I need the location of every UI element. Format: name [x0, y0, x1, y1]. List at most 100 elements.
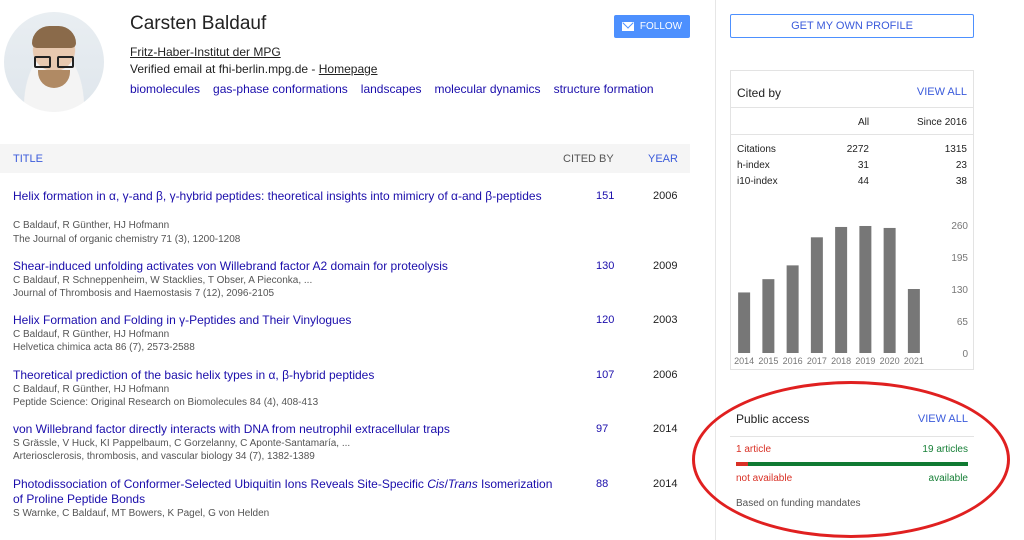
cited-by-count[interactable]: 130 [596, 260, 614, 272]
article-title-link[interactable]: Helix Formation and Folding in γ-Peptide… [13, 313, 553, 328]
y-tick-label: 65 [957, 317, 969, 328]
public-access-panel: Public access VIEW ALL 1 article 19 arti… [730, 402, 974, 522]
chart-bar[interactable] [907, 289, 920, 353]
cited-by-count[interactable]: 120 [596, 314, 614, 326]
follow-label: FOLLOW [639, 21, 683, 32]
article-authors: C Baldauf, R Günther, HJ Hofmann [13, 329, 170, 340]
photo-glasses [34, 56, 74, 68]
interest-link[interactable]: biomolecules [130, 82, 200, 96]
research-interests: biomolecules gas-phase conformations lan… [130, 82, 654, 96]
cited-by-view-all[interactable]: VIEW ALL [917, 86, 967, 98]
available-count[interactable]: 19 articles [922, 444, 968, 455]
chart-svg: 260 195 130 65 0 2014 2015 2016 2017 2018 2019 2020… [734, 221, 969, 366]
article-title-link[interactable]: Helix formation in α, γ-and β, γ-hybrid … [13, 189, 553, 204]
chart-bar[interactable] [762, 279, 775, 353]
verified-email: Verified email at fhi-berlin.mpg.de - Ho… [130, 62, 377, 76]
x-tick-label: 2016 [783, 356, 803, 366]
article-venue: Arteriosclerosis, thrombosis, and vascul… [13, 451, 315, 462]
metric-label: Citations [737, 144, 776, 155]
y-tick-label: 130 [951, 285, 968, 296]
article-title-link[interactable]: Photodissociation of Conformer-Selected … [13, 477, 553, 507]
article-venue: The Journal of organic chemistry 71 (3),… [13, 234, 241, 245]
x-tick-label: 2020 [880, 356, 900, 366]
metric-all: 44 [857, 176, 869, 187]
x-tick-label: 2021 [904, 356, 924, 366]
x-tick-label: 2015 [758, 356, 778, 366]
article-venue: Journal of Thrombosis and Haemostasis 7 … [13, 288, 275, 299]
chart-bar[interactable] [883, 227, 896, 353]
y-tick-label: 195 [951, 253, 968, 264]
article-venue: Helvetica chimica acta 86 (7), 2573-2588 [13, 342, 195, 353]
metric-row: h-index 31 23 [737, 160, 967, 174]
article-year: 2014 [653, 423, 678, 435]
metric-since: 38 [955, 176, 967, 187]
cited-by-count[interactable]: 107 [596, 369, 614, 381]
article-title-link[interactable]: von Willebrand factor directly interacts… [13, 422, 553, 437]
article-authors: C Baldauf, R Günther, HJ Hofmann [13, 384, 170, 395]
metric-since: 1315 [944, 144, 967, 155]
col-since-header: Since 2016 [916, 117, 967, 128]
sort-year[interactable]: YEAR [648, 153, 678, 165]
article-authors: C Baldauf, R Günther, HJ Hofmann [13, 220, 170, 231]
article-authors: S Warnke, C Baldauf, MT Bowers, K Pagel,… [13, 508, 270, 519]
table-header: TITLE CITED BY YEAR [0, 144, 690, 173]
col-all-header: All [858, 117, 870, 128]
chart-bar[interactable] [859, 225, 872, 353]
cited-by-count[interactable]: 88 [596, 478, 608, 490]
public-access-view-all[interactable]: VIEW ALL [918, 413, 968, 425]
x-tick-label: 2017 [807, 356, 827, 366]
affiliation-link[interactable]: Fritz-Haber-Institut der MPG [130, 45, 281, 59]
y-tick-label: 260 [951, 221, 968, 232]
metric-all: 31 [857, 160, 869, 171]
interest-link[interactable]: structure formation [554, 82, 654, 96]
cited-by-title: Cited by [737, 86, 782, 100]
homepage-link[interactable]: Homepage [319, 62, 378, 76]
chart-bar[interactable] [810, 237, 823, 353]
public-access-title: Public access [736, 412, 810, 426]
cited-by-count[interactable]: 151 [596, 190, 614, 202]
cited-by-count[interactable]: 97 [596, 423, 608, 435]
chart-bar[interactable] [786, 265, 799, 353]
metric-label: i10-index [737, 176, 778, 187]
profile-name: Carsten Baldauf [130, 13, 267, 34]
divider [731, 107, 973, 108]
article-year: 2006 [653, 369, 678, 381]
x-tick-label: 2019 [855, 356, 875, 366]
divider [731, 134, 973, 135]
interest-link[interactable]: molecular dynamics [435, 82, 541, 96]
photo-hair [32, 26, 76, 48]
article-year: 2003 [653, 314, 678, 326]
article-title-link[interactable]: Theoretical prediction of the basic heli… [13, 368, 553, 383]
x-tick-label: 2014 [734, 356, 754, 366]
x-tick-label: 2018 [831, 356, 851, 366]
follow-button[interactable]: FOLLOW [614, 15, 690, 38]
metric-label: h-index [737, 160, 770, 171]
mail-icon [621, 22, 634, 31]
article-title-link[interactable]: Shear-induced unfolding activates von Wi… [13, 259, 553, 274]
metric-since: 23 [955, 160, 967, 171]
mandate-note: Based on funding mandates [736, 498, 861, 509]
column-divider [715, 0, 716, 540]
chart-bar[interactable] [835, 226, 848, 353]
interest-link[interactable]: gas-phase conformations [213, 82, 348, 96]
article-authors: S Grässle, V Huck, KI Pappelbaum, C Gorz… [13, 438, 351, 449]
article-authors: C Baldauf, R Schneppenheim, W Stacklies,… [13, 275, 313, 286]
profile-photo [4, 12, 104, 112]
get-own-profile-button[interactable]: GET MY OWN PROFILE [730, 14, 974, 38]
article-venue: Peptide Science: Original Research on Bi… [13, 397, 319, 408]
not-available-fill [736, 462, 748, 466]
not-available-count[interactable]: 1 article [736, 444, 771, 455]
y-tick-label: 0 [962, 349, 968, 360]
chart-bar[interactable] [738, 292, 751, 353]
metric-row: Citations 2272 1315 [737, 144, 967, 158]
not-available-label: not available [736, 473, 793, 484]
interest-link[interactable]: landscapes [361, 82, 422, 96]
verified-email-text: Verified email at fhi-berlin.mpg.de - [130, 62, 319, 76]
article-year: 2009 [653, 260, 678, 272]
divider [730, 436, 974, 437]
article-year: 2006 [653, 190, 678, 202]
metric-row: i10-index 44 38 [737, 176, 967, 190]
citations-per-year-chart: 260 195 130 65 0 2014 2015 2016 2017 2018 2019 2020… [730, 215, 974, 370]
sort-cited-by[interactable]: CITED BY [563, 153, 614, 165]
sort-title[interactable]: TITLE [13, 153, 43, 165]
